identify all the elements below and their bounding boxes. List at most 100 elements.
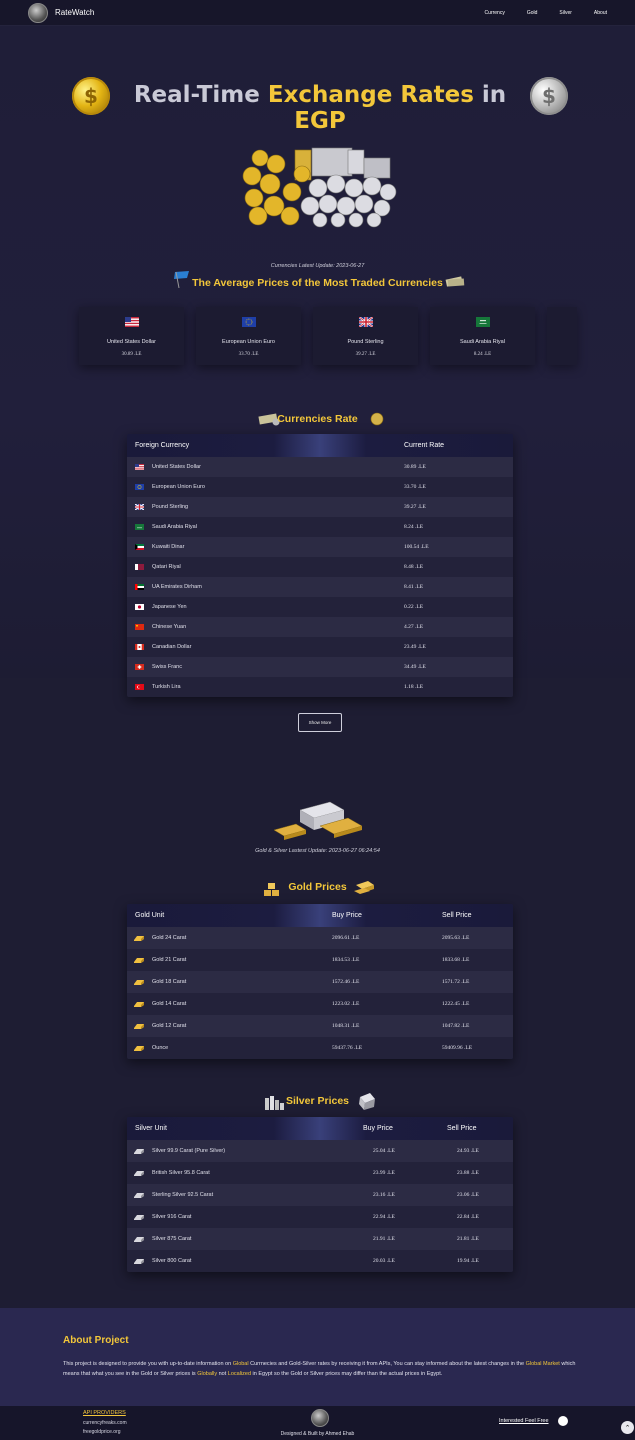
table-row: Silver 99.9 Carat (Pure Silver) 25.04 .LE… xyxy=(127,1140,513,1162)
header-gold-unit: Gold Unit xyxy=(135,912,165,919)
about-paragraph: This project is designed to provide you … xyxy=(63,1361,576,1377)
sell-price: 21.81 .LE xyxy=(457,1236,479,1242)
card-currency-name: Pound Sterling xyxy=(347,339,384,345)
card-currency-name: United States Dollar xyxy=(107,339,156,345)
currency-card-eur: European Union Euro 33.70 .LE xyxy=(196,307,301,365)
table-header: Silver Unit Buy Price Sell Price xyxy=(127,1117,513,1140)
logo-avatar[interactable] xyxy=(28,2,48,23)
buy-price: 1572.46 .LE xyxy=(332,979,360,985)
silver-bar-icon xyxy=(134,1236,144,1242)
currency-rate: 8.41 .LE xyxy=(404,584,424,590)
gold-bar-icon xyxy=(134,1001,144,1007)
currency-name: Canadian Dollar xyxy=(152,644,192,650)
nav-link-silver[interactable]: Silver xyxy=(559,10,572,16)
header-current-rate: Current Rate xyxy=(404,442,445,449)
table-row: Gold 24 Carat 2096.61 .LE 2095.63 .LE xyxy=(127,927,513,949)
table-row: Chinese Yuan 4.27 .LE xyxy=(127,617,513,637)
us-flag-icon xyxy=(124,317,139,327)
table-row: Sterling Silver 92.5 Carat 23.16 .LE 23.06… xyxy=(127,1184,513,1206)
card-currency-value: 8.24 .LE xyxy=(473,352,492,357)
gold-bar-icon xyxy=(134,979,144,985)
nav-link-currency[interactable]: Currency xyxy=(485,10,505,16)
buy-price: 1048.31 .LE xyxy=(332,1023,360,1029)
currency-name: United States Dollar xyxy=(152,464,201,470)
table-header: Gold Unit Buy Price Sell Price xyxy=(127,904,513,927)
ca-flag-icon xyxy=(135,644,144,650)
ch-flag-icon xyxy=(135,664,144,670)
unit-name: Silver 99.9 Carat (Pure Silver) xyxy=(152,1148,226,1154)
table-row: United States Dollar 30.89 .LE xyxy=(127,457,513,477)
unit-name: Gold 18 Carat xyxy=(152,979,187,985)
api-source-link[interactable]: currencyfreaks.com xyxy=(83,1420,127,1426)
sell-price: 1571.72 .LE xyxy=(442,979,470,985)
unit-name: Silver 916 Carat xyxy=(152,1214,192,1220)
currency-card-gbp: Pound Sterling 39.27 .LE xyxy=(313,307,418,365)
currency-name: Qatari Riyal xyxy=(152,564,181,570)
api-providers-heading: API PROVIDERS xyxy=(83,1410,126,1416)
show-more-button[interactable]: Show More xyxy=(298,713,342,732)
sa-flag-icon xyxy=(135,524,144,530)
gold-ingots-icon xyxy=(354,881,374,894)
buy-price: 25.04 .LE xyxy=(373,1148,395,1154)
currency-card-partial xyxy=(547,307,577,365)
sell-price: 1833.68 .LE xyxy=(442,957,470,963)
buy-price: 1834.53 .LE xyxy=(332,957,360,963)
brand-name[interactable]: RateWatch xyxy=(55,8,94,17)
sell-price: 24.93 .LE xyxy=(457,1148,479,1154)
silver-bar-icon xyxy=(134,1170,144,1176)
table-row: Silver 916 Carat 22.94 .LE 22.84 .LE xyxy=(127,1206,513,1228)
buy-price: 20.03 .LE xyxy=(373,1258,395,1264)
gold-dollar-coin-icon: $ xyxy=(72,77,110,115)
table-row: Gold 21 Carat 1834.53 .LE 1833.68 .LE xyxy=(127,949,513,971)
ae-flag-icon xyxy=(135,584,144,590)
card-currency-value: 33.70 .LE xyxy=(238,352,259,357)
jp-flag-icon xyxy=(135,604,144,610)
currency-rate: 33.70 .LE xyxy=(404,484,426,490)
sa-flag-icon xyxy=(475,317,490,327)
uk-flag-icon xyxy=(357,316,374,328)
scroll-to-top-button[interactable]: ⌃ xyxy=(621,1421,634,1434)
table-row: Gold 12 Carat 1048.31 .LE 1047.82 .LE xyxy=(127,1015,513,1037)
currencies-rate-table: Foreign Currency Current Rate United Sta… xyxy=(127,434,513,697)
kw-flag-icon xyxy=(135,544,144,550)
banknotes-icon xyxy=(445,276,465,287)
nav-link-gold[interactable]: Gold xyxy=(527,10,538,16)
card-currency-name: Saudi Arabia Riyal xyxy=(460,339,505,345)
card-currency-value: 39.27 .LE xyxy=(355,352,376,357)
eu-flag-icon xyxy=(241,317,256,327)
sell-price: 23.88 .LE xyxy=(457,1170,479,1176)
currency-name: Saudi Arabia Riyal xyxy=(152,524,197,530)
gold-prices-table: Gold Unit Buy Price Sell Price Gold 24 C… xyxy=(127,904,513,1059)
sell-price: 1047.82 .LE xyxy=(442,1023,470,1029)
unit-name: Ounce xyxy=(152,1045,169,1051)
header-sell-price: Sell Price xyxy=(447,1125,477,1132)
silver-ingot-icon xyxy=(359,1093,375,1110)
avg-prices-title: The Average Prices of the Most Traded Cu… xyxy=(192,277,443,289)
gold-prices-title: Gold Prices xyxy=(288,881,347,893)
table-row: Gold 18 Carat 1572.46 .LE 1571.72 .LE xyxy=(127,971,513,993)
currency-name: Swiss Franc xyxy=(152,664,182,670)
table-row: Pound Sterling 39.27 .LE xyxy=(127,497,513,517)
github-icon[interactable] xyxy=(558,1416,568,1426)
table-body: Gold 24 Carat 2096.61 .LE 2095.63 .LE Gold … xyxy=(127,927,513,1059)
gold-bar-icon xyxy=(134,957,144,963)
table-row: Silver 800 Carat 20.03 .LE 19.94 .LE xyxy=(127,1250,513,1272)
currency-name: European Union Euro xyxy=(152,484,205,490)
sell-price: 23.06 .LE xyxy=(457,1192,479,1198)
currency-card-sar: Saudi Arabia Riyal 8.24 .LE xyxy=(430,307,535,365)
table-header: Foreign Currency Current Rate xyxy=(127,434,513,457)
table-row: Swiss Franc 34.49 .LE xyxy=(127,657,513,677)
sell-price: 59409.96 .LE xyxy=(442,1045,473,1051)
nav-link-about[interactable]: About xyxy=(594,10,607,16)
sell-price: 2095.63 .LE xyxy=(442,935,470,941)
silver-prices-title: Silver Prices xyxy=(285,1095,350,1107)
gold-silver-bars-image xyxy=(273,801,363,840)
currency-rate: 39.27 .LE xyxy=(404,504,426,510)
interested-link[interactable]: Interested Feel Free xyxy=(499,1418,549,1424)
coin-icon xyxy=(370,412,384,426)
navbar: RateWatch Currency Gold Silver About xyxy=(0,0,635,26)
about-section: About Project This project is designed t… xyxy=(0,1308,635,1406)
table-row: Japanese Yen 0.22 .LE xyxy=(127,597,513,617)
table-row: European Union Euro 33.70 .LE xyxy=(127,477,513,497)
table-row: Canadian Dollar 23.49 .LE xyxy=(127,637,513,657)
